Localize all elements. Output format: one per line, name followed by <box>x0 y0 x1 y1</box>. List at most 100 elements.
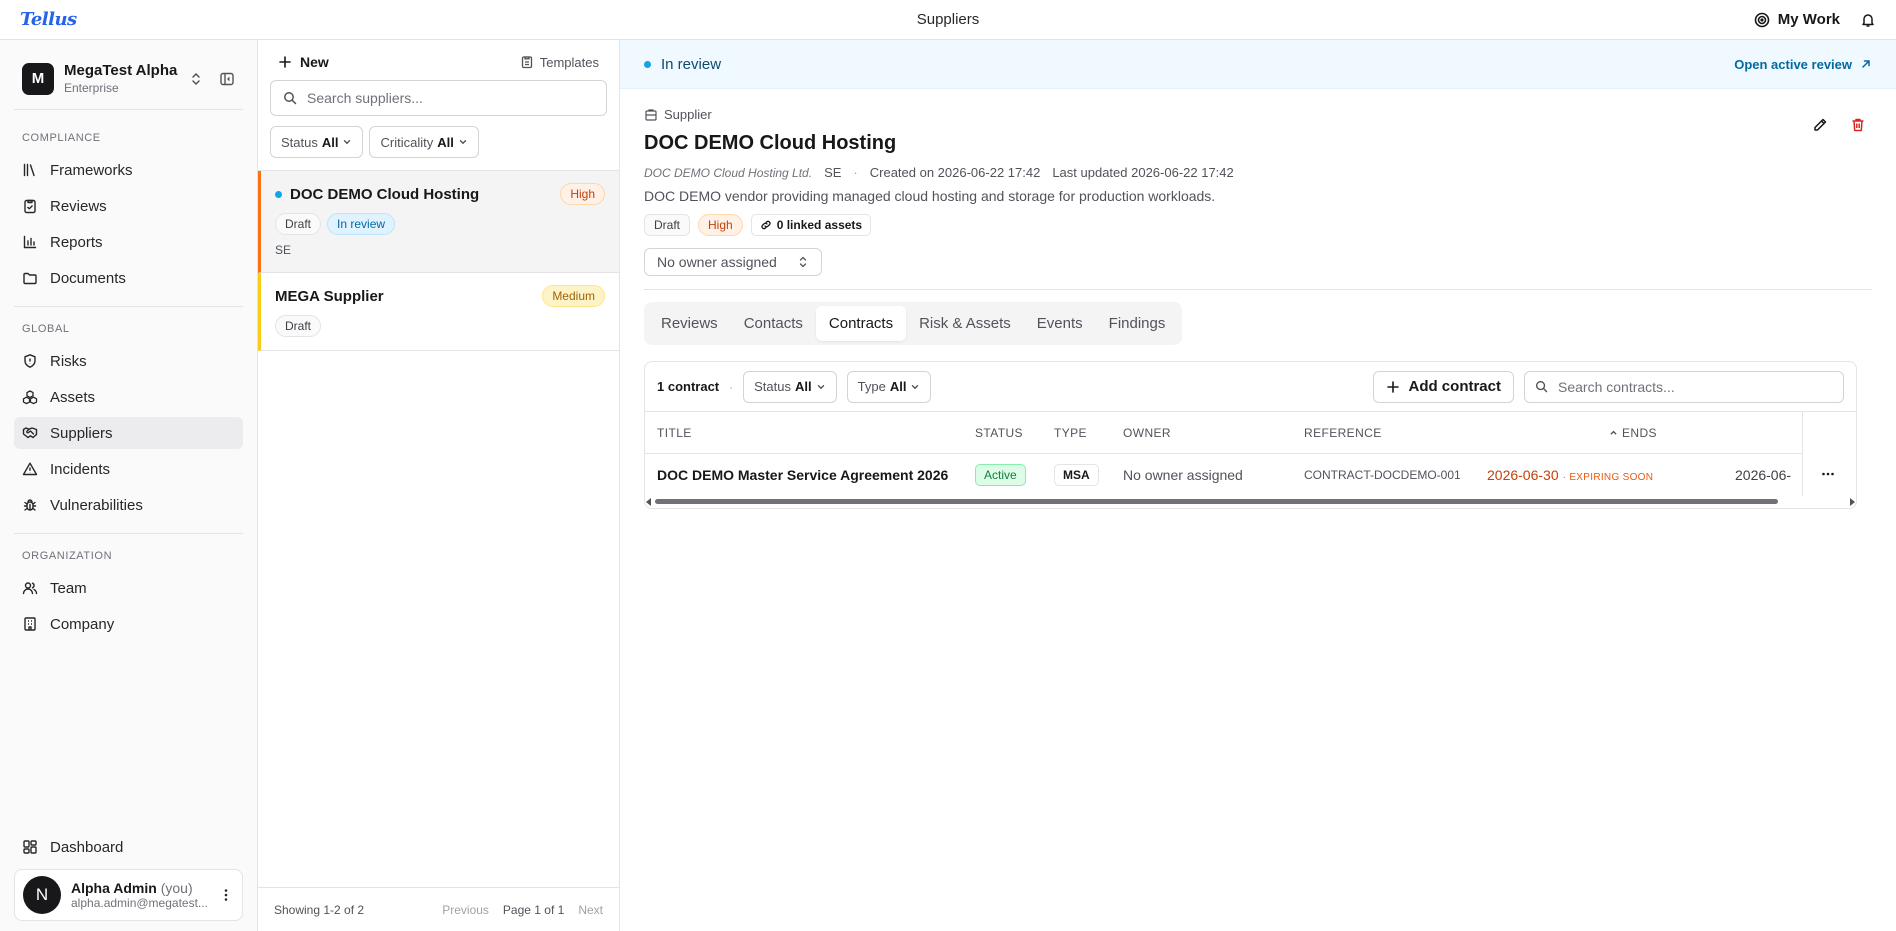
sidebar-item-documents[interactable]: Documents <box>14 262 243 294</box>
sidebar-item-incidents[interactable]: Incidents <box>14 453 243 485</box>
tab-reviews[interactable]: Reviews <box>648 306 731 341</box>
column-type[interactable]: TYPE <box>1054 426 1087 440</box>
sidebar-item-reviews[interactable]: Reviews <box>14 190 243 222</box>
list-item-header: DOC DEMO Cloud Hosting High <box>275 183 605 205</box>
column-owner[interactable]: OWNER <box>1123 426 1171 440</box>
sidebar-item-vulnerabilities[interactable]: Vulnerabilities <box>14 489 243 521</box>
list-footer: Showing 1-2 of 2 Previous Page 1 of 1 Ne… <box>258 887 619 931</box>
sidebar-item-reports[interactable]: Reports <box>14 226 243 258</box>
notifications-button[interactable] <box>1860 12 1876 28</box>
review-banner: In review Open active review <box>620 40 1896 89</box>
tab-contacts[interactable]: Contacts <box>731 306 816 341</box>
column-ends[interactable]: ENDS <box>1609 426 1657 440</box>
contract-count: 1 contract <box>657 379 720 394</box>
plus-icon <box>1387 380 1400 393</box>
table-row[interactable]: DOC DEMO Master Service Agreement 2026 A… <box>645 454 1856 496</box>
sidebar-item-label: Documents <box>50 269 126 287</box>
user-menu[interactable]: N Alpha Admin (you) alpha.admin@megatest… <box>14 869 243 921</box>
org-switcher[interactable]: M MegaTest Alpha Enterprise <box>14 40 243 110</box>
my-work-button[interactable]: My Work <box>1754 11 1840 28</box>
contract-title[interactable]: DOC DEMO Master Service Agreement 2026 <box>657 467 948 483</box>
sidebar-item-label: Suppliers <box>50 424 113 442</box>
handshake-icon <box>22 427 38 439</box>
status-filter[interactable]: Status All <box>270 126 364 158</box>
filter-label: Status <box>281 134 318 150</box>
chevron-up-down-icon[interactable] <box>189 71 203 87</box>
contracts-toolbar: 1 contract · Status All Type All Add con… <box>645 362 1856 412</box>
templates-label: Templates <box>539 54 599 70</box>
sidebar-item-risks[interactable]: Risks <box>14 345 243 377</box>
tab-contracts[interactable]: Contracts <box>815 306 907 341</box>
kicker-label: Supplier <box>664 107 712 122</box>
target-icon <box>1754 12 1770 27</box>
tab-findings[interactable]: Findings <box>1096 306 1179 341</box>
owner-select[interactable]: No owner assigned <box>644 248 822 276</box>
scroll-right-icon[interactable] <box>1849 498 1855 506</box>
sidebar-item-team[interactable]: Team <box>14 572 243 604</box>
contract-next-date: 2026-06- <box>1735 467 1792 483</box>
add-contract-button[interactable]: Add contract <box>1373 370 1514 403</box>
criticality-filter[interactable]: Criticality All <box>369 126 479 158</box>
linked-assets-button[interactable]: 0 linked assets <box>750 214 872 236</box>
sidebar-item-assets[interactable]: Assets <box>14 381 243 413</box>
next-button[interactable]: Next <box>578 903 603 917</box>
supplier-list-panel: New Templates Status All Criticality <box>258 40 620 931</box>
list-item[interactable]: DOC DEMO Cloud Hosting High Draft In rev… <box>258 171 619 273</box>
folder-icon <box>23 272 37 285</box>
tab-events[interactable]: Events <box>1024 306 1096 341</box>
contract-status: Active <box>975 464 1026 486</box>
column-reference[interactable]: REFERENCE <box>1304 426 1382 440</box>
search-input[interactable] <box>307 90 594 106</box>
org-plan: Enterprise <box>64 81 119 95</box>
arrow-up-right-icon <box>1862 60 1870 68</box>
sidebar-item-label: Incidents <box>50 460 111 478</box>
type-badge: MSA <box>1054 464 1099 486</box>
scrollbar-thumb[interactable] <box>655 499 1778 504</box>
horizontal-scrollbar[interactable] <box>645 496 1856 508</box>
plus-icon <box>279 56 291 68</box>
row-actions-button[interactable] <box>1820 466 1836 486</box>
contract-type: MSA <box>1054 464 1099 486</box>
new-supplier-button[interactable]: New <box>278 54 329 70</box>
sidebar-item-company[interactable]: Company <box>14 608 243 640</box>
contract-search-input[interactable] <box>1558 378 1833 395</box>
chevron-down-icon <box>344 140 351 145</box>
delete-button[interactable] <box>1850 117 1866 133</box>
open-active-review-link[interactable]: Open active review <box>1734 57 1872 72</box>
templates-button[interactable]: Templates <box>520 55 599 70</box>
collapse-sidebar-icon[interactable] <box>219 71 235 87</box>
supplier-country: SE <box>275 243 292 257</box>
meta-separator: · <box>853 165 858 180</box>
add-contract-label: Add contract <box>1408 378 1501 395</box>
contract-type-filter[interactable]: Type All <box>846 370 932 403</box>
contract-owner: No owner assigned <box>1123 467 1243 483</box>
filter-value: All <box>321 134 339 150</box>
tab-risk-assets[interactable]: Risk & Assets <box>906 306 1024 341</box>
user-info: Alpha Admin (you) alpha.admin@megatest..… <box>71 880 218 910</box>
sidebar-item-dashboard[interactable]: Dashboard <box>14 831 243 863</box>
sidebar-item-frameworks[interactable]: Frameworks <box>14 154 243 186</box>
status-badge: Draft <box>644 214 691 236</box>
scroll-left-icon[interactable] <box>646 498 652 506</box>
contracts-table: TITLE STATUS TYPE OWNER REFERENCE ENDS D… <box>645 412 1856 508</box>
contract-status-filter[interactable]: Status All <box>743 370 837 403</box>
sidebar-item-label: Dashboard <box>50 838 124 856</box>
more-vertical-icon[interactable] <box>218 887 234 903</box>
column-status[interactable]: STATUS <box>975 426 1023 440</box>
shield-icon <box>24 354 36 368</box>
list-item[interactable]: MEGA Supplier Medium Draft <box>258 273 619 351</box>
list-filters: Status All Criticality All <box>270 126 607 158</box>
list-actions: New Templates <box>270 52 607 80</box>
review-dot <box>644 60 651 68</box>
app-logo[interactable]: Tellus <box>20 9 77 30</box>
top-bar: Tellus Suppliers My Work <box>0 0 1896 40</box>
user-you-label: (you) <box>160 880 193 896</box>
column-title[interactable]: TITLE <box>657 426 692 440</box>
pencil-icon <box>1814 118 1827 131</box>
previous-button[interactable]: Previous <box>442 903 489 917</box>
edit-button[interactable] <box>1812 117 1828 133</box>
supplier-description: DOC DEMO vendor providing managed cloud … <box>644 188 1216 204</box>
bell-icon <box>1862 13 1874 27</box>
section-label-global: GLOBAL <box>22 323 70 335</box>
sidebar-item-suppliers[interactable]: Suppliers <box>14 417 243 449</box>
